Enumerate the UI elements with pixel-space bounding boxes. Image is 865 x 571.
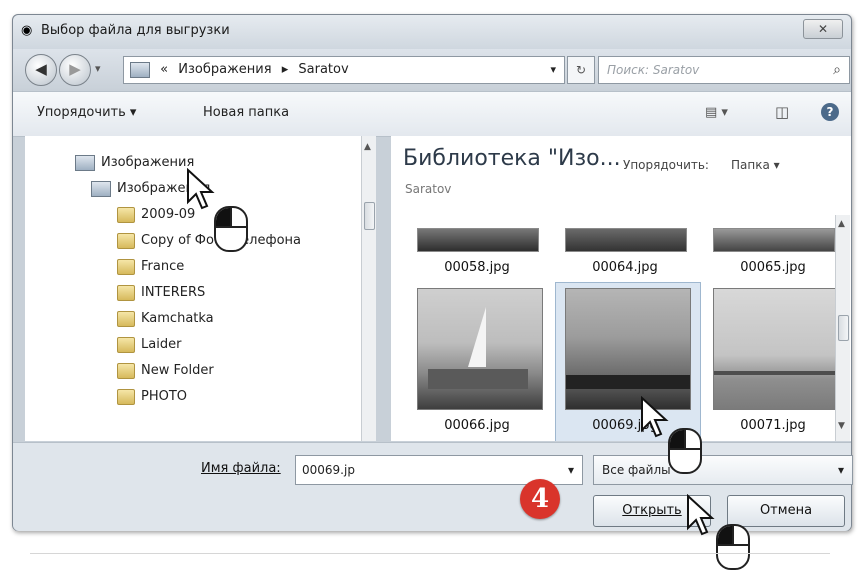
file-type-value: Все файлы — [602, 463, 671, 477]
tree-item-photo[interactable]: PHOTO — [117, 384, 375, 410]
boat-hull — [428, 369, 528, 389]
scrollbar-thumb[interactable] — [838, 315, 849, 341]
folder-icon — [117, 310, 135, 327]
file-thumbnail-00066[interactable] — [417, 288, 543, 410]
file-thumbnail-00069[interactable] — [565, 288, 691, 410]
mouse-left-click-icon — [214, 206, 248, 252]
file-name-00065[interactable]: 00065.jpg — [703, 260, 843, 275]
search-icon[interactable]: ⌕ — [833, 57, 841, 83]
tree-item-interers[interactable]: INTERERS — [117, 280, 375, 306]
file-thumbnail-00058[interactable] — [417, 228, 539, 252]
library-subtitle: Saratov — [405, 182, 452, 196]
folder-icon — [117, 232, 135, 249]
file-type-select[interactable]: Все файлы ▾ — [593, 455, 853, 485]
sail-shape — [468, 307, 486, 367]
file-type-dropdown-icon[interactable]: ▾ — [838, 456, 844, 484]
window-title: Выбор файла для выгрузки — [41, 23, 230, 38]
search-placeholder: Поиск: Saratov — [607, 63, 700, 77]
arrange-by-label: Упорядочить: — [623, 158, 709, 172]
step-number-badge: 4 — [520, 479, 560, 519]
folder-icon — [117, 336, 135, 353]
file-list-scrollbar[interactable]: ▲ ▼ — [835, 215, 850, 441]
scroll-down-icon[interactable]: ▼ — [838, 421, 845, 431]
file-name-00071[interactable]: 00071.jpg — [703, 418, 843, 433]
library-title: Библиотека "Изо... — [403, 146, 621, 171]
address-dropdown-icon[interactable]: ▾ — [550, 57, 556, 83]
folder-icon — [117, 284, 135, 301]
horizon-line — [714, 371, 838, 375]
filename-label: Имя файла: — [201, 461, 281, 476]
organize-button[interactable]: Упорядочить ▾ — [37, 105, 136, 120]
file-dialog-window: ◉ Выбор файла для выгрузки ✕ ◀ ▶ ▾ « Изо… — [12, 14, 853, 531]
view-options-icon[interactable]: ▤ ▾ — [705, 105, 728, 120]
mouse-pointer-icon — [641, 396, 669, 438]
page-divider — [30, 553, 830, 554]
forward-button[interactable]: ▶ — [59, 54, 91, 86]
tree-scrollbar[interactable]: ▲ — [361, 136, 376, 441]
file-thumbnail-00071[interactable] — [713, 288, 839, 410]
file-name-00066[interactable]: 00066.jpg — [407, 418, 547, 433]
breadcrumb-saratov[interactable]: Saratov — [298, 62, 348, 77]
breadcrumb-separator-icon: ▸ — [281, 62, 289, 77]
close-button[interactable]: ✕ — [803, 19, 843, 39]
tree-item-new-folder[interactable]: New Folder — [117, 358, 375, 384]
cancel-button[interactable]: Отмена — [727, 495, 845, 527]
file-thumbnail-00064[interactable] — [565, 228, 687, 252]
mouse-left-click-icon — [668, 428, 702, 474]
mouse-left-click-icon — [716, 524, 750, 570]
command-toolbar: Упорядочить ▾ Новая папка ▤ ▾ ◫ ? — [13, 91, 851, 137]
filename-dropdown-icon[interactable]: ▾ — [568, 456, 574, 484]
tree-item-images-library[interactable]: Изображения — [75, 150, 375, 176]
navigation-bar: ◀ ▶ ▾ « Изображения ▸ Saratov ▾ ↻ Поиск:… — [13, 49, 851, 91]
help-icon[interactable]: ? — [821, 103, 839, 121]
arrange-by-dropdown[interactable]: Папка ▾ — [731, 158, 780, 172]
search-input[interactable]: Поиск: Saratov ⌕ — [598, 56, 850, 84]
filename-label-text: Имя файла: — [201, 461, 281, 476]
preview-pane-icon[interactable]: ◫ — [775, 103, 789, 121]
folder-icon — [117, 206, 135, 223]
tree-item-laider[interactable]: Laider — [117, 332, 375, 358]
library-icon — [75, 154, 95, 171]
folder-icon — [117, 362, 135, 379]
file-list-pane: Библиотека "Изо... Saratov Упорядочить: … — [391, 136, 851, 441]
mouse-pointer-icon — [687, 494, 715, 536]
refresh-button[interactable]: ↻ — [567, 56, 595, 84]
file-name-00058[interactable]: 00058.jpg — [407, 260, 547, 275]
dialog-footer: Имя файла: 00069.jp ▾ Все файлы ▾ Открыт… — [13, 442, 853, 531]
tree-item-kamchatka[interactable]: Kamchatka — [117, 306, 375, 332]
mouse-pointer-icon — [187, 168, 215, 210]
scroll-up-icon[interactable]: ▲ — [838, 219, 845, 229]
scrollbar-thumb[interactable] — [364, 202, 375, 230]
file-thumbnail-00065[interactable] — [713, 228, 835, 252]
title-bar: ◉ Выбор файла для выгрузки ✕ — [13, 15, 851, 49]
folder-icon — [117, 258, 135, 275]
file-name-00064[interactable]: 00064.jpg — [555, 260, 695, 275]
library-icon — [91, 180, 111, 197]
breadcrumb-images[interactable]: Изображения — [178, 62, 271, 77]
address-bar[interactable]: « Изображения ▸ Saratov ▾ — [123, 56, 565, 84]
tree-item-france[interactable]: France — [117, 254, 375, 280]
library-icon — [130, 61, 150, 78]
address-prefix: « — [160, 62, 169, 77]
app-icon: ◉ — [21, 23, 33, 38]
filename-value: 00069.jp — [302, 463, 355, 477]
folder-icon — [117, 388, 135, 405]
back-button[interactable]: ◀ — [25, 54, 57, 86]
new-folder-button[interactable]: Новая папка — [203, 105, 289, 120]
tree-item-images[interactable]: Изображения — [91, 176, 375, 202]
shoreline — [566, 375, 690, 389]
recent-pages-dropdown-icon[interactable]: ▾ — [95, 62, 101, 75]
scroll-up-icon[interactable]: ▲ — [364, 142, 371, 152]
